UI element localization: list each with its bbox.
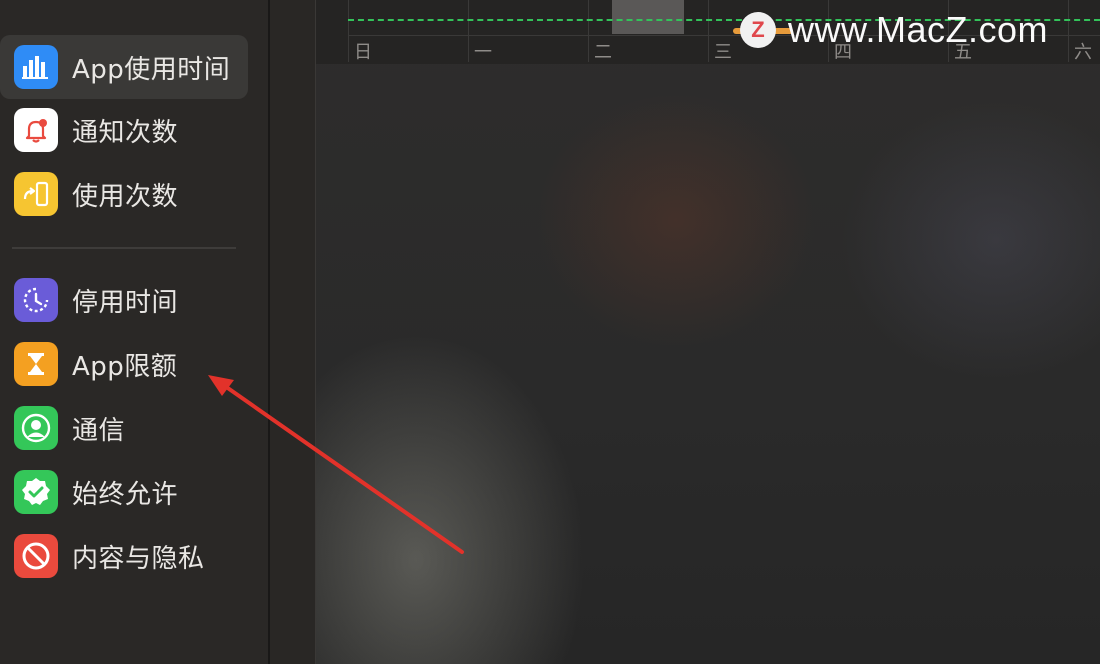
annotation-arrow [208, 375, 464, 554]
